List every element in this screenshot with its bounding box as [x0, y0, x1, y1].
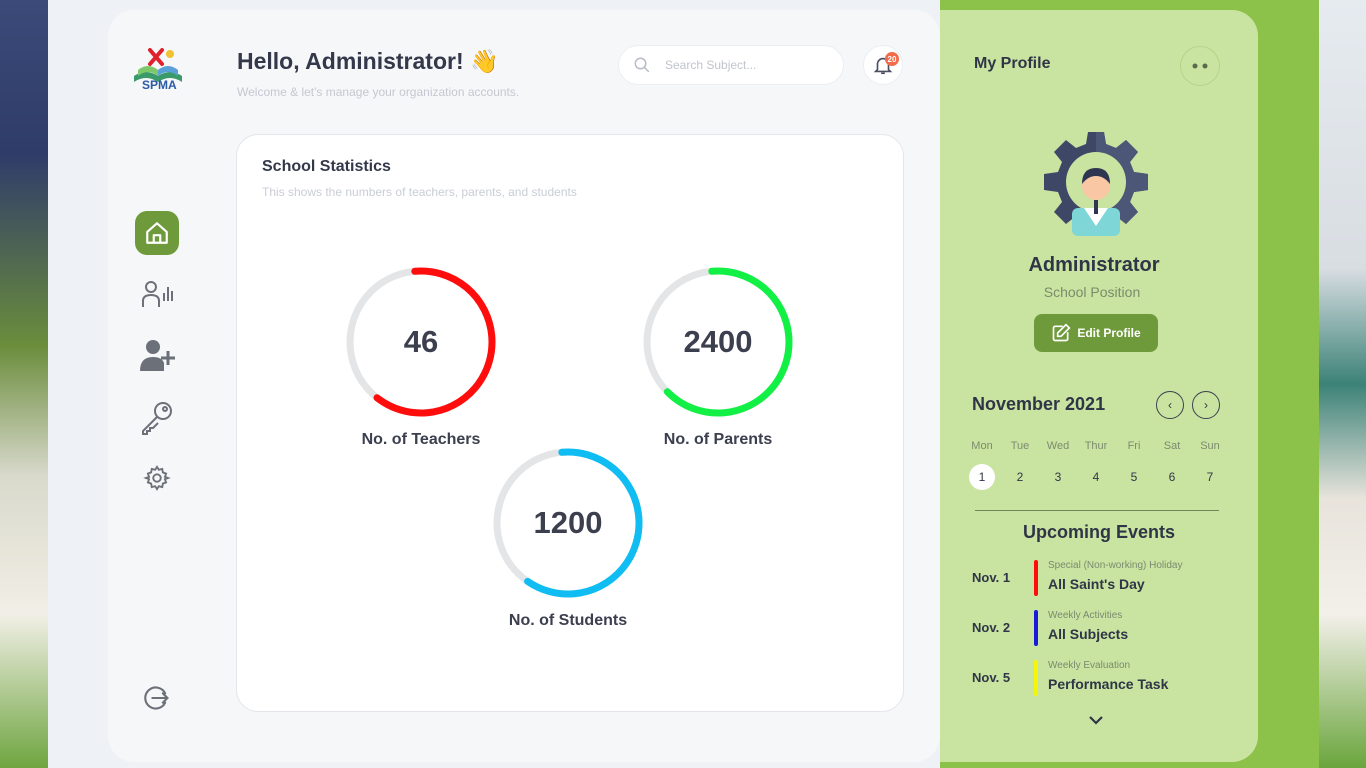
- chevron-right-icon: ›: [1204, 398, 1208, 412]
- profile-name: Administrator: [1028, 254, 1160, 276]
- chevron-down-icon: [1089, 716, 1103, 725]
- event-item[interactable]: Nov. 5 Weekly Evaluation Performance Tas…: [972, 660, 1242, 696]
- calendar-day-selected[interactable]: 1: [969, 464, 995, 490]
- event-name: All Subjects: [1048, 626, 1129, 642]
- edit-profile-button[interactable]: Edit Profile: [1034, 314, 1158, 352]
- weekday-label: Wed: [1046, 440, 1070, 452]
- weekday-label: Fri: [1127, 440, 1141, 452]
- add-user-icon: [140, 340, 175, 371]
- parents-stat: 2400 No. of Parents: [628, 265, 808, 449]
- notification-badge: 20: [885, 52, 899, 66]
- event-item[interactable]: Nov. 2 Weekly Activities All Subjects: [972, 610, 1242, 646]
- students-ring: 1200: [491, 446, 645, 600]
- edit-profile-label: Edit Profile: [1077, 326, 1141, 340]
- calendar-day[interactable]: 3: [1039, 464, 1077, 490]
- statistics-subtitle: This shows the numbers of teachers, pare…: [262, 185, 577, 199]
- event-color-bar: [1034, 560, 1038, 596]
- edit-icon: [1052, 323, 1071, 342]
- event-item[interactable]: Nov. 1 Special (Non-working) Holiday All…: [972, 560, 1242, 596]
- logout-button[interactable]: [135, 676, 179, 720]
- profile-title: My Profile: [974, 55, 1051, 72]
- teachers-stat: 46 No. of Teachers: [331, 265, 511, 449]
- event-category: Weekly Evaluation: [1048, 660, 1131, 671]
- key-icon: [142, 402, 172, 435]
- calendar-divider: [975, 510, 1219, 511]
- logo-text: SPMA: [142, 78, 177, 92]
- calendar-day[interactable]: 7: [1191, 464, 1229, 490]
- calendar-month: November 2021: [972, 394, 1106, 414]
- calendar-day[interactable]: 4: [1077, 464, 1115, 490]
- event-date: Nov. 5: [972, 670, 1011, 685]
- nav-add-user-button[interactable]: [135, 332, 179, 376]
- chevron-left-icon: ‹: [1168, 398, 1172, 412]
- calendar-day[interactable]: 5: [1115, 464, 1153, 490]
- nav-user-stats-button[interactable]: [135, 272, 179, 316]
- weekday-label: Sat: [1163, 440, 1181, 452]
- events-expand-button[interactable]: [1088, 712, 1104, 728]
- students-label: No. of Students: [508, 612, 628, 629]
- search-box: [618, 45, 844, 85]
- students-stat: 1200 No. of Students: [478, 446, 658, 630]
- app-window: SPMA Hello, Administrator! 👋 Welcome & l…: [48, 0, 1319, 768]
- calendar-day[interactable]: 6: [1153, 464, 1191, 490]
- gear-icon: [143, 465, 171, 491]
- background-right-strip: [1319, 0, 1366, 768]
- profile-position: School Position: [1043, 284, 1141, 300]
- event-color-bar: [1034, 660, 1038, 696]
- main-area: SPMA Hello, Administrator! 👋 Welcome & l…: [48, 0, 940, 768]
- teachers-count: 46: [403, 324, 439, 359]
- user-stats-icon: [142, 281, 173, 307]
- search-input[interactable]: [663, 57, 827, 73]
- event-name: Performance Task: [1048, 676, 1169, 692]
- calendar-weekdays: Mon Tue Wed Thur Fri Sat Sun: [963, 440, 1253, 452]
- notification-button[interactable]: 20: [863, 45, 903, 85]
- calendar-day[interactable]: 2: [1001, 464, 1039, 490]
- event-category: Weekly Activities: [1048, 610, 1123, 621]
- statistics-title: School Statistics: [262, 158, 391, 175]
- teachers-ring: 46: [344, 265, 498, 419]
- profile-panel: My Profile Administrator School Position…: [940, 10, 1258, 762]
- more-dots-icon: [1192, 63, 1208, 69]
- home-icon: [146, 222, 168, 244]
- search-icon: [634, 57, 650, 73]
- event-category: Special (Non-working) Holiday: [1048, 560, 1183, 571]
- logout-icon: [144, 686, 169, 710]
- admin-avatar-icon: [1044, 132, 1148, 236]
- event-color-bar: [1034, 610, 1038, 646]
- statistics-card: School Statistics This shows the numbers…: [236, 134, 904, 712]
- calendar-next-button[interactable]: ›: [1192, 391, 1220, 419]
- parents-count: 2400: [683, 324, 753, 359]
- event-date: Nov. 2: [972, 620, 1011, 635]
- nav-settings-button[interactable]: [135, 456, 179, 500]
- greeting-title: Hello, Administrator! 👋: [237, 48, 499, 74]
- weekday-label: Sun: [1200, 440, 1220, 452]
- calendar-prev-button[interactable]: ‹: [1156, 391, 1184, 419]
- weekday-label: Thur: [1084, 440, 1108, 452]
- nav-home-button[interactable]: [135, 211, 179, 255]
- background-left-strip: [0, 0, 48, 768]
- greeting-subtitle: Welcome & let's manage your organization…: [237, 85, 520, 99]
- events-title: Upcoming Events: [1022, 522, 1176, 542]
- parents-ring: 2400: [641, 265, 795, 419]
- event-date: Nov. 1: [972, 570, 1011, 585]
- weekday-label: Mon: [971, 440, 993, 452]
- nav-key-button[interactable]: [135, 396, 179, 440]
- profile-more-button[interactable]: [1180, 46, 1220, 86]
- weekday-label: Tue: [1010, 440, 1030, 452]
- students-count: 1200: [533, 505, 603, 540]
- calendar-days: 1 2 3 4 5 6 7: [963, 464, 1253, 490]
- event-name: All Saint's Day: [1048, 576, 1145, 592]
